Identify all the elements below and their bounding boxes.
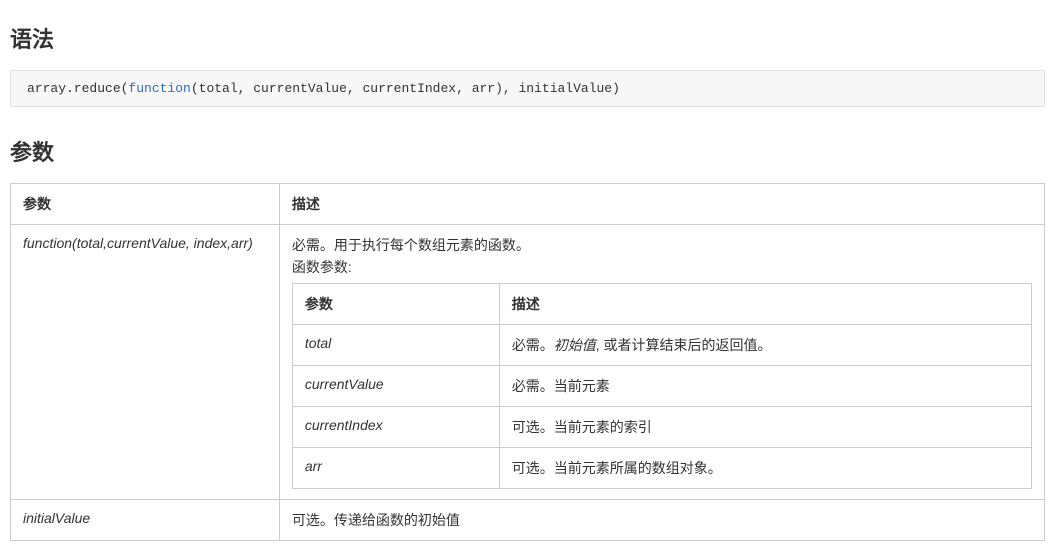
inner-param-desc: 必需。当前元素 (499, 366, 1031, 407)
table-row: total 必需。初始值, 或者计算结束后的返回值。 (292, 325, 1031, 366)
params-heading: 参数 (10, 135, 1045, 167)
params-header-param: 参数 (11, 184, 280, 225)
param-desc-intro: 必需。用于执行每个数组元素的函数。 (292, 235, 1032, 255)
inner-params-table: 参数 描述 total 必需。初始值, 或者计算结束后的返回值。 curre (292, 283, 1032, 489)
param-name-cell: initialValue (11, 500, 280, 541)
inner-header-desc: 描述 (499, 284, 1031, 325)
code-prefix: array.reduce( (27, 81, 128, 96)
table-row: currentValue 必需。当前元素 (292, 366, 1031, 407)
syntax-code-block: array.reduce(function(total, currentValu… (10, 70, 1045, 107)
table-row: currentIndex 可选。当前元素的索引 (292, 407, 1031, 448)
param-desc-cell: 必需。用于执行每个数组元素的函数。 函数参数: 参数 描述 total 必需 (279, 225, 1044, 500)
inner-desc-italic: 初始值 (554, 337, 596, 353)
code-suffix: (total, currentValue, currentIndex, arr)… (191, 81, 620, 96)
inner-header-param: 参数 (292, 284, 499, 325)
inner-desc-suffix: , 或者计算结束后的返回值。 (596, 337, 772, 353)
param-name-cell: function(total,currentValue, index,arr) (11, 225, 280, 500)
table-row: function(total,currentValue, index,arr) … (11, 225, 1045, 500)
inner-param-desc: 必需。初始值, 或者计算结束后的返回值。 (499, 325, 1031, 366)
params-header-desc: 描述 (279, 184, 1044, 225)
inner-param-name: arr (292, 448, 499, 489)
inner-param-name: total (292, 325, 499, 366)
table-row: initialValue 可选。传递给函数的初始值 (11, 500, 1045, 541)
param-desc-sublabel: 函数参数: (292, 257, 1032, 277)
inner-param-name: currentIndex (292, 407, 499, 448)
syntax-heading: 语法 (10, 22, 1045, 54)
inner-param-desc: 可选。当前元素所属的数组对象。 (499, 448, 1031, 489)
code-keyword: function (128, 81, 190, 96)
inner-desc-prefix: 必需。 (512, 337, 554, 353)
table-row: arr 可选。当前元素所属的数组对象。 (292, 448, 1031, 489)
params-table: 参数 描述 function(total,currentValue, index… (10, 183, 1045, 541)
inner-param-name: currentValue (292, 366, 499, 407)
inner-param-desc: 可选。当前元素的索引 (499, 407, 1031, 448)
param-desc-cell: 可选。传递给函数的初始值 (279, 500, 1044, 541)
